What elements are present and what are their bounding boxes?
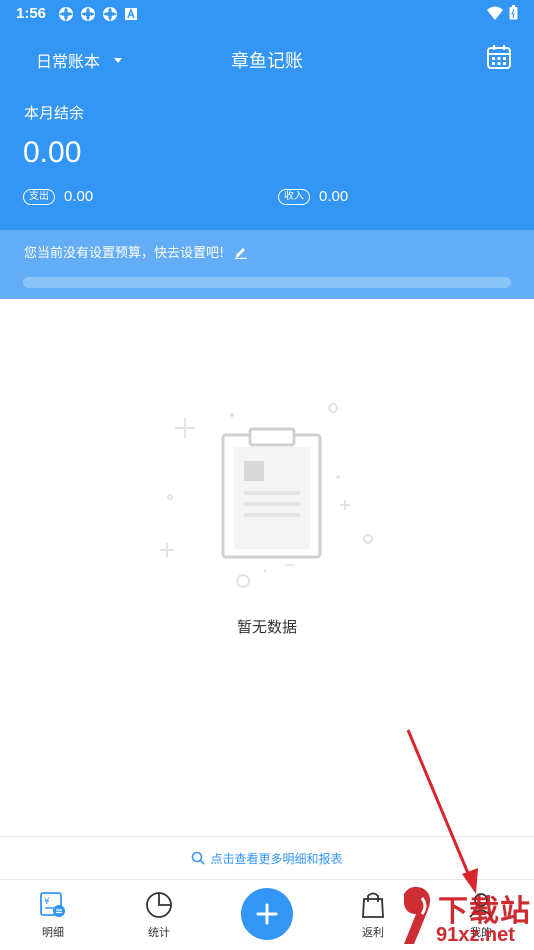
nav-item-mine[interactable]: 我的 xyxy=(451,890,511,940)
battery-icon xyxy=(509,5,518,24)
detail-icon: ¥ xyxy=(40,892,65,917)
notification-app-icon xyxy=(102,6,118,22)
income-badge: 收入 xyxy=(278,188,310,205)
nav-label-mine: 我的 xyxy=(470,926,492,939)
income-value: 0.00 xyxy=(319,188,349,205)
nav-label-stats: 统计 xyxy=(148,926,170,939)
notification-app-icon xyxy=(58,6,74,22)
nav-label-rebate: 返利 xyxy=(362,926,384,939)
balance-label: 本月结余 xyxy=(24,104,85,122)
more-details-link[interactable]: 点击查看更多明细和报表 xyxy=(0,836,534,880)
budget-banner[interactable]: 您当前没有设置预算，快去设置吧! xyxy=(0,230,534,299)
plus-icon xyxy=(256,903,278,925)
calendar-icon xyxy=(487,45,511,69)
status-time: 1:56 xyxy=(16,5,47,22)
bottom-nav: ¥ 明细 统计 返利 我的 xyxy=(0,880,534,950)
header: 1:56 日常账本 章鱼记账 本月结余 0.00 支出 0.00 收入 0.00… xyxy=(0,0,534,299)
system-icons xyxy=(487,5,518,24)
expense-value: 0.00 xyxy=(64,188,94,205)
budget-prompt: 您当前没有设置预算，快去设置吧! xyxy=(24,242,248,261)
expense-summary: 支出 0.00 xyxy=(23,188,93,205)
search-icon xyxy=(192,851,206,865)
empty-clipboard-icon xyxy=(160,403,373,588)
budget-text: 您当前没有设置预算，快去设置吧! xyxy=(24,246,225,261)
empty-state-text: 暂无数据 xyxy=(236,618,297,636)
app-title: 章鱼记账 xyxy=(231,51,303,72)
notification-a-icon xyxy=(124,6,140,22)
user-icon xyxy=(469,893,493,918)
income-summary: 收入 0.00 xyxy=(278,188,348,205)
calendar-button[interactable] xyxy=(486,44,512,70)
wifi-icon xyxy=(487,5,503,24)
add-record-button[interactable] xyxy=(241,888,293,940)
pie-chart-icon xyxy=(146,892,172,918)
balance-value: 0.00 xyxy=(23,136,82,169)
edit-pencil-icon xyxy=(235,247,248,259)
svg-text:¥: ¥ xyxy=(44,897,50,907)
app-bar: 日常账本 章鱼记账 xyxy=(0,38,534,82)
nav-item-stats[interactable]: 统计 xyxy=(129,890,189,940)
budget-progress-bar xyxy=(23,277,511,288)
shopping-bag-icon xyxy=(362,892,384,918)
expense-badge: 支出 xyxy=(23,188,55,205)
notification-icons xyxy=(58,6,140,22)
notification-app-icon xyxy=(80,6,96,22)
status-bar: 1:56 xyxy=(0,0,534,28)
nav-item-detail[interactable]: ¥ 明细 xyxy=(23,890,83,940)
nav-item-rebate[interactable]: 返利 xyxy=(343,890,403,940)
more-details-text: 点击查看更多明细和报表 xyxy=(210,851,343,866)
nav-label-detail: 明细 xyxy=(42,926,64,939)
